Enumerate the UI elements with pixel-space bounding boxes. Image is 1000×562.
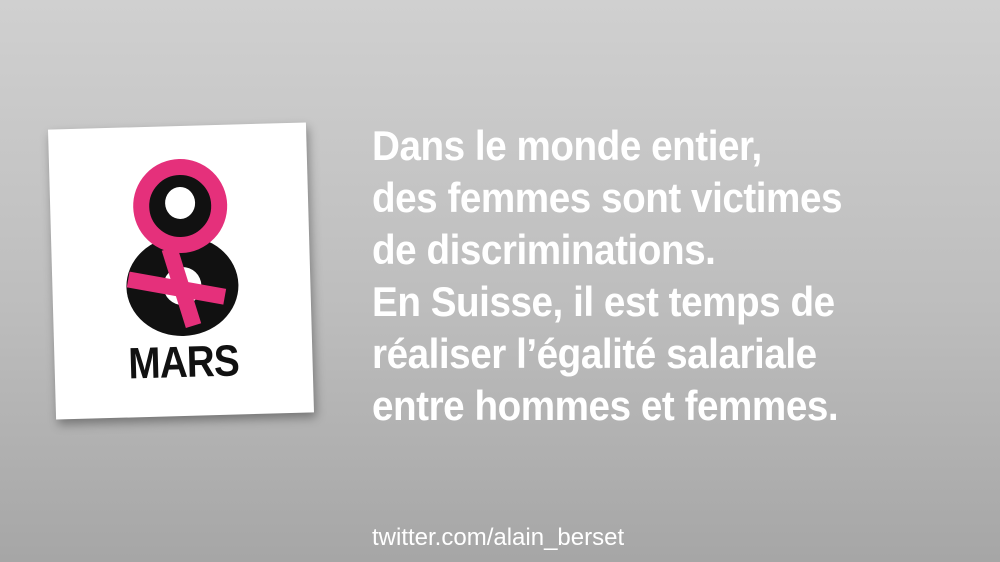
twitter-handle: twitter.com/alain_berset <box>372 524 625 551</box>
event-card: MARS <box>48 122 314 420</box>
message-line: Dans le monde entier, <box>372 122 762 169</box>
month-label: MARS <box>127 336 240 389</box>
message-line: réaliser l’égalité salariale <box>372 330 817 377</box>
message-line: En Suisse, il est temps de <box>372 278 835 325</box>
message-line: entre hommes et femmes. <box>372 382 839 429</box>
eight-venus-symbol-icon <box>109 146 254 340</box>
message-line: des femmes sont victimes <box>372 174 843 221</box>
message-text: Dans le monde entier, des femmes sont vi… <box>372 120 933 432</box>
message-line: de discriminations. <box>372 226 716 273</box>
